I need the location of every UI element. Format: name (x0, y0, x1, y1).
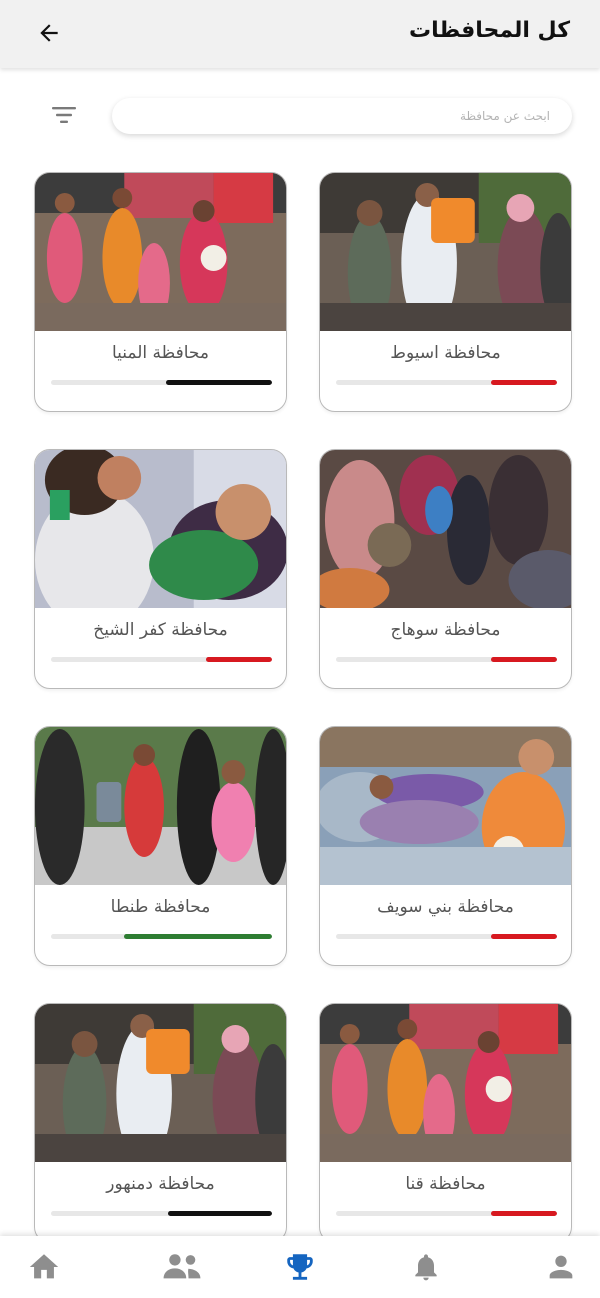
progress-fill (490, 934, 557, 939)
governorate-photo (320, 450, 571, 608)
governorate-card[interactable]: محافظة طنطا (34, 726, 287, 966)
search-box (112, 98, 572, 134)
progress-bar (51, 934, 272, 939)
progress-bar (336, 934, 557, 939)
progress-bar (51, 380, 272, 385)
search-input[interactable] (112, 98, 572, 134)
governorate-name: محافظة بني سويف (377, 897, 514, 917)
filter-icon[interactable] (50, 103, 78, 127)
progress-bar (336, 657, 557, 662)
governorate-photo (320, 173, 571, 331)
progress-fill (490, 380, 557, 385)
progress-bar (336, 1211, 557, 1216)
progress-fill (205, 657, 272, 662)
progress-fill (490, 657, 557, 662)
governorate-photo (320, 727, 571, 885)
progress-bar (51, 657, 272, 662)
trophy-icon[interactable] (282, 1250, 318, 1284)
app-screen: كل المحافظات ابحث عن محافظة محافظة اسيوط… (0, 0, 600, 1298)
governorate-card[interactable]: محافظة قنا (319, 1003, 572, 1243)
governorate-photo (35, 1004, 286, 1162)
progress-bar (51, 1211, 272, 1216)
bottom-navigation (0, 1236, 600, 1298)
governorate-photo (35, 450, 286, 608)
governorate-name: محافظة اسيوط (390, 343, 501, 363)
governorate-card[interactable]: محافظة المنيا (34, 172, 287, 412)
governorate-photo (35, 173, 286, 331)
bell-icon[interactable] (408, 1250, 444, 1284)
governorate-name: محافظة قنا (405, 1174, 486, 1194)
governorate-name: محافظة سوهاج (390, 620, 501, 640)
progress-fill (165, 380, 272, 385)
governorate-card[interactable]: محافظة كفر الشيخ (34, 449, 287, 689)
governorate-name: محافظة كفر الشيخ (93, 620, 228, 640)
governorate-card[interactable]: محافظة اسيوط (319, 172, 572, 412)
governorate-name: محافظة المنيا (111, 343, 210, 363)
back-arrow-icon[interactable] (36, 20, 62, 46)
progress-bar (336, 380, 557, 385)
home-icon[interactable] (26, 1250, 62, 1284)
governorate-card[interactable]: محافظة بني سويف (319, 726, 572, 966)
app-header: كل المحافظات (0, 0, 600, 68)
progress-fill (168, 1211, 272, 1216)
progress-fill (490, 1211, 557, 1216)
progress-fill (123, 934, 272, 939)
governorates-grid: محافظة اسيوط محافظة المنيا محافظة سوهاج … (34, 172, 572, 1243)
governorate-name: محافظة طنطا (110, 897, 211, 917)
governorate-card[interactable]: محافظة سوهاج (319, 449, 572, 689)
governorate-photo (320, 1004, 571, 1162)
page-title: كل المحافظات (409, 18, 570, 43)
governorate-card[interactable]: محافظة دمنهور (34, 1003, 287, 1243)
governorate-photo (35, 727, 286, 885)
governorate-name: محافظة دمنهور (106, 1174, 215, 1194)
users-icon[interactable] (160, 1250, 204, 1284)
profile-icon[interactable] (543, 1250, 579, 1284)
